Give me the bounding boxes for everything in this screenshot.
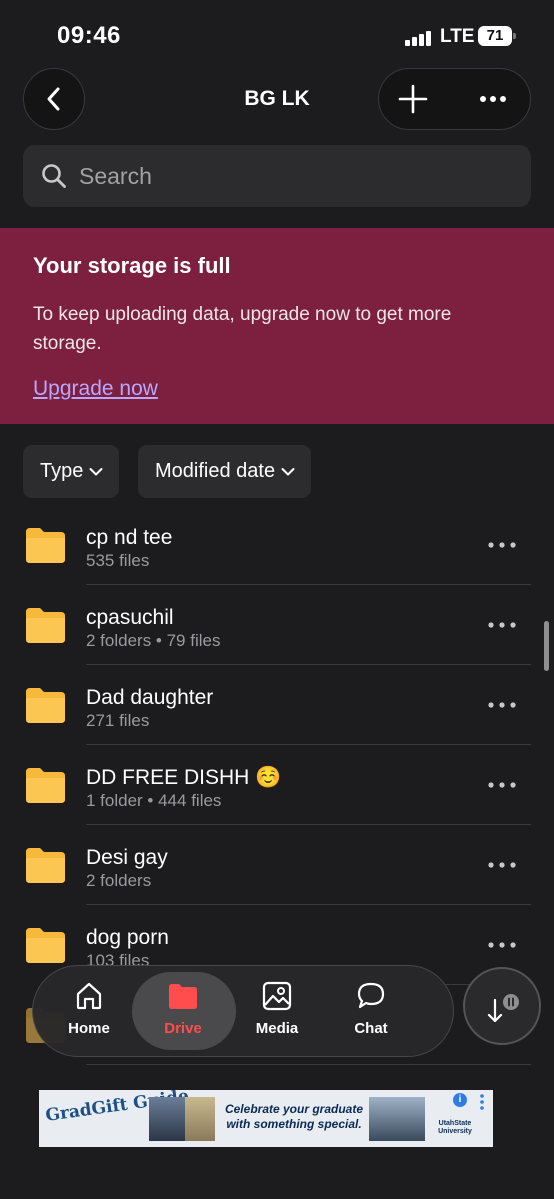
folder-meta: 1 folder • 444 files bbox=[86, 791, 222, 810]
more-horizontal-icon bbox=[488, 542, 516, 548]
folder-name: Dad daughter bbox=[86, 686, 214, 709]
tab-label: Chat bbox=[354, 1020, 388, 1037]
folder-row[interactable]: DD FREE DISHH ☺️ 1 folder • 444 files bbox=[0, 745, 554, 825]
signal-icon bbox=[405, 30, 435, 46]
status-bar: 09:46 LTE 71 bbox=[0, 0, 554, 70]
chevron-down-icon bbox=[281, 467, 295, 475]
folder-icon bbox=[26, 848, 65, 883]
folder-name: DD FREE DISHH ☺️ bbox=[86, 766, 282, 789]
folder-row[interactable]: Desi gay 2 folders bbox=[0, 825, 554, 905]
ad-more-icon[interactable] bbox=[477, 1093, 487, 1111]
banner-text: To keep uploading data, upgrade now to g… bbox=[33, 304, 452, 354]
ad-campus-photo bbox=[369, 1097, 425, 1141]
folder-row[interactable]: cpasuchil 2 folders • 79 files bbox=[0, 585, 554, 665]
add-button[interactable] bbox=[391, 77, 435, 121]
divider bbox=[86, 1064, 531, 1065]
banner-title: Your storage is full bbox=[33, 253, 231, 278]
more-horizontal-icon bbox=[488, 942, 516, 948]
back-button[interactable] bbox=[23, 68, 85, 130]
folder-row[interactable]: cp nd tee 535 files bbox=[0, 505, 554, 585]
home-icon bbox=[76, 982, 102, 1010]
row-more-button[interactable] bbox=[484, 693, 520, 717]
scrollbar[interactable] bbox=[544, 621, 549, 671]
bottom-tab-bar: Home Drive Media Chat M bbox=[32, 965, 454, 1057]
transfer-status-button[interactable] bbox=[463, 967, 541, 1045]
chat-icon bbox=[357, 982, 385, 1009]
tab-label: M bbox=[420, 1020, 453, 1037]
plus-icon bbox=[398, 84, 428, 114]
folder-meta: 535 files bbox=[86, 551, 150, 570]
more-horizontal-icon bbox=[488, 622, 516, 628]
action-pill bbox=[378, 68, 531, 130]
row-more-button[interactable] bbox=[484, 773, 520, 797]
folder-icon bbox=[26, 768, 65, 803]
chevron-down-icon bbox=[89, 467, 103, 475]
folder-icon bbox=[26, 688, 65, 723]
search-bar bbox=[23, 145, 531, 207]
folder-name: cpasuchil bbox=[86, 606, 174, 629]
download-paused-icon bbox=[487, 994, 519, 1023]
storage-full-banner: Your storage is full To keep uploading d… bbox=[0, 228, 554, 424]
search-input[interactable] bbox=[79, 145, 509, 207]
ad-building-photo bbox=[185, 1097, 215, 1141]
tab-drive[interactable]: Drive bbox=[138, 980, 228, 1044]
search-icon bbox=[42, 164, 66, 188]
chevron-left-icon bbox=[47, 87, 60, 111]
folder-icon bbox=[26, 528, 65, 563]
network-type: LTE bbox=[440, 26, 475, 47]
top-navigation: BG LK bbox=[0, 66, 554, 132]
more-horizontal-icon bbox=[488, 782, 516, 788]
tab-media[interactable]: Media bbox=[232, 980, 322, 1044]
modified-date-filter-label: Modified date bbox=[155, 460, 276, 482]
more-horizontal-icon bbox=[480, 96, 506, 102]
status-time: 09:46 bbox=[57, 22, 121, 49]
modified-date-filter[interactable]: Modified date bbox=[138, 445, 312, 498]
upgrade-now-link[interactable]: Upgrade now bbox=[33, 377, 158, 401]
advertisement-banner[interactable]: GradGift Guide Celebrate your graduate w… bbox=[39, 1090, 493, 1147]
image-icon bbox=[262, 981, 292, 1011]
more-horizontal-icon bbox=[488, 702, 516, 708]
row-more-button[interactable] bbox=[484, 533, 520, 557]
folder-row[interactable]: Dad daughter 271 files bbox=[0, 665, 554, 745]
tab-label: Media bbox=[255, 1020, 299, 1037]
folder-meta: 2 folders bbox=[86, 871, 152, 890]
row-more-button[interactable] bbox=[484, 613, 520, 637]
folder-icon bbox=[169, 984, 197, 1009]
tab-chat[interactable]: Chat bbox=[326, 980, 416, 1044]
type-filter[interactable]: Type bbox=[23, 445, 120, 498]
folder-meta: 271 files bbox=[86, 711, 150, 730]
more-horizontal-icon bbox=[488, 862, 516, 868]
folder-name: dog porn bbox=[86, 926, 169, 949]
row-more-button[interactable] bbox=[484, 933, 520, 957]
row-more-button[interactable] bbox=[484, 853, 520, 877]
folder-icon bbox=[26, 928, 65, 963]
more-options-button[interactable] bbox=[471, 77, 515, 121]
page-title: BG LK bbox=[244, 87, 310, 110]
ad-info-icon[interactable]: i bbox=[453, 1093, 467, 1107]
tab-more[interactable]: M bbox=[420, 980, 453, 1044]
folder-icon bbox=[26, 608, 65, 643]
tab-label: Drive bbox=[164, 1020, 202, 1037]
ad-headline: Celebrate your graduate with something s… bbox=[224, 1102, 364, 1131]
folder-meta: 2 folders • 79 files bbox=[86, 631, 221, 650]
tab-home[interactable]: Home bbox=[44, 980, 134, 1044]
folder-name: Desi gay bbox=[86, 846, 168, 869]
tab-label: Home bbox=[68, 1020, 110, 1037]
battery-icon: 71 bbox=[478, 26, 516, 46]
type-filter-label: Type bbox=[40, 460, 84, 482]
folder-name: cp nd tee bbox=[86, 526, 173, 549]
ad-brand-logo: UtahState University bbox=[438, 1120, 472, 1135]
